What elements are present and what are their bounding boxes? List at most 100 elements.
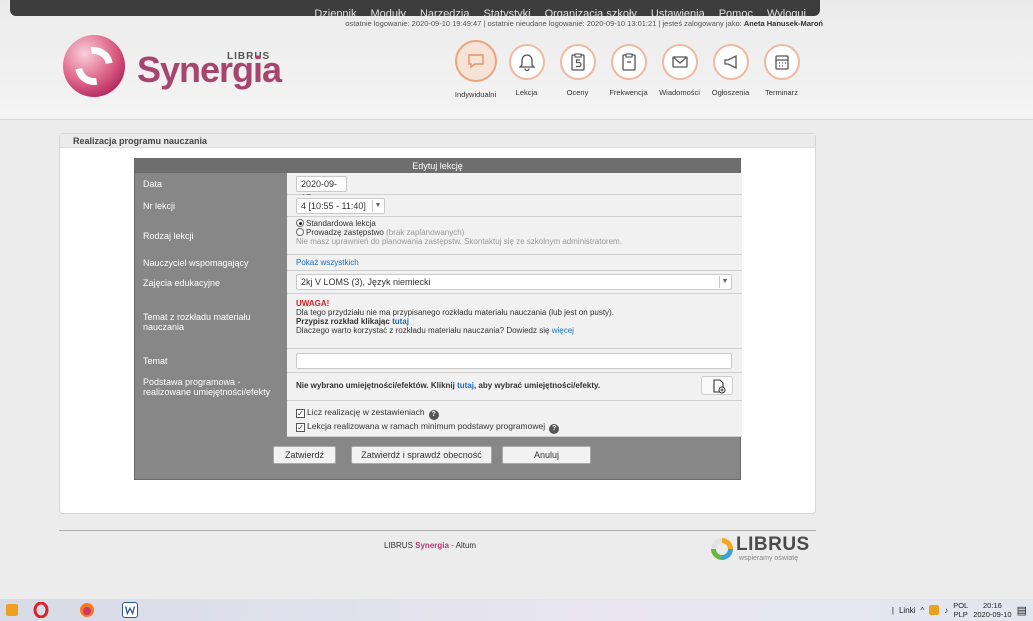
- megaphone-icon: [712, 44, 749, 80]
- nav-item-wyloguj[interactable]: Wyloguj: [767, 8, 806, 16]
- label-temat: Temat: [143, 356, 168, 366]
- lesson-number-select[interactable]: 4 [10:55 - 11:40] ▼: [296, 198, 385, 214]
- librus-logo-icon: [711, 538, 733, 560]
- warning-line-3: Dlaczego warto korzystać z rozkładu mate…: [296, 326, 574, 335]
- logged-as-label: jesteś zalogowany jako:: [662, 19, 742, 28]
- last-login: ostatnie logowanie: 2020-09-10 19:49:47: [345, 19, 482, 28]
- quick-indywidualni[interactable]: Indywidualni: [450, 40, 501, 99]
- volume-icon[interactable]: ♪: [944, 606, 948, 615]
- nav-item-organizacja[interactable]: Organizacja szkoły: [545, 8, 637, 16]
- more-info-link[interactable]: więcej: [552, 326, 574, 335]
- checkbox-minimum-curriculum[interactable]: ✓ Lekcja realizowana w ramach minimum pod…: [296, 420, 742, 434]
- row-nauczyciel: Nauczyciel wspomagający Pokaż wszystkich: [135, 255, 742, 271]
- subject-select[interactable]: 2kj V LOMS (3), Język niemiecki ▼: [296, 274, 732, 290]
- warning-line-2: Przypisz rozkład klikając tutaj: [296, 317, 409, 326]
- row-data: Data 2020-09-07: [135, 173, 742, 203]
- radio-unchecked-icon: [296, 228, 304, 236]
- user-name: Aneta Hanusek-Maroń: [743, 19, 823, 28]
- topic-input[interactable]: [296, 353, 732, 369]
- assign-plan-link[interactable]: tutaj: [392, 317, 409, 326]
- quick-oceny[interactable]: Oceny: [552, 44, 603, 99]
- attendance-clipboard-icon: [610, 44, 647, 80]
- label-nauczyciel: Nauczyciel wspomagający: [143, 258, 249, 268]
- nav-item-pomoc[interactable]: Pomoc: [719, 8, 753, 16]
- nav-item-ustawienia[interactable]: Ustawienia: [651, 8, 705, 16]
- header: Dziennik Moduły Narzędzia Statystyki Org…: [0, 0, 1033, 120]
- date-input[interactable]: 2020-09-07: [296, 176, 347, 203]
- separator: |: [483, 19, 486, 28]
- quick-terminarz[interactable]: Terminarz: [756, 44, 807, 99]
- footer-divider: [59, 530, 816, 531]
- label-nr-lekcji: Nr lekcji: [143, 201, 176, 211]
- cancel-button[interactable]: Anuluj: [502, 446, 591, 464]
- nav-item-narzedzia[interactable]: Narzędzia: [420, 8, 470, 16]
- form-title: Edytuj lekcję: [135, 159, 740, 173]
- quick-wiadomosci[interactable]: Wiadomości: [654, 44, 705, 99]
- panel-title: Realizacja programu nauczania: [60, 134, 815, 148]
- warning-label: UWAGA!: [296, 299, 330, 308]
- label-rodzaj-lekcji: Rodzaj lekcji: [143, 231, 194, 241]
- submit-button[interactable]: Zatwierdź: [273, 446, 336, 464]
- bell-icon: [508, 44, 545, 80]
- nav-item-dziennik[interactable]: Dziennik: [314, 8, 356, 16]
- footer-text: LIBRUS Synergia - Altum: [384, 541, 477, 550]
- grade-clipboard-icon: [559, 44, 596, 80]
- tray-divider: |: [891, 605, 894, 615]
- separator: |: [658, 19, 661, 28]
- help-icon[interactable]: ?: [428, 410, 439, 420]
- add-document-icon: [713, 379, 726, 394]
- checkbox-checked-icon: ✓: [296, 409, 305, 418]
- label-zajecia: Zajęcia edukacyjne: [143, 277, 221, 288]
- firefox-icon[interactable]: [79, 602, 95, 618]
- skills-info: Nie wybrano umiejętności/efektów. Klikni…: [296, 381, 601, 390]
- main-panel: Realizacja programu nauczania Edytuj lek…: [59, 133, 816, 514]
- calendar-icon: [763, 44, 800, 80]
- row-temat: Temat: [135, 349, 742, 373]
- quick-ogloszenia[interactable]: Ogłoszenia: [705, 44, 756, 99]
- quick-icons-bar: Indywidualni Lekcja Oceny Frekwencja Wia…: [450, 40, 807, 99]
- chevron-up-icon[interactable]: ^: [920, 606, 924, 615]
- substitute-info: Nie masz uprawnień do planowania zastęps…: [296, 237, 622, 246]
- quick-frekwencja[interactable]: Frekwencja: [603, 44, 654, 99]
- row-temat-rozkladu: Temat z rozkładu materiału nauczania UWA…: [135, 294, 742, 349]
- radio-standard[interactable]: Standardowa lekcja: [296, 219, 742, 228]
- logo-name: Synergia: [137, 49, 282, 90]
- row-nr-lekcji: Nr lekcji 4 [10:55 - 11:40] ▼: [135, 195, 742, 217]
- synergia-logo[interactable]: LIBRUS Synergia: [63, 35, 293, 105]
- help-icon[interactable]: ?: [549, 424, 560, 434]
- top-navigation: Dziennik Moduły Narzędzia Statystyki Org…: [10, 0, 820, 16]
- chevron-down-icon: ▼: [719, 276, 730, 288]
- choose-skills-link[interactable]: tutaj: [457, 381, 474, 390]
- radio-substitute[interactable]: Prowadzę zastępstwo (brak zaplanowanych): [296, 228, 742, 237]
- radio-checked-icon: [296, 219, 304, 227]
- submit-check-attendance-button[interactable]: Zatwierdź i sprawdź obecność: [351, 446, 492, 464]
- librus-logo[interactable]: LIBRUS wspieramy oświatę: [711, 534, 821, 566]
- clock[interactable]: 20:16 2020-09-10: [973, 601, 1011, 619]
- word-icon[interactable]: [122, 602, 138, 618]
- add-skills-button[interactable]: [701, 376, 733, 395]
- row-rodzaj-lekcji: Rodzaj lekcji Standardowa lekcja Prowadz…: [135, 217, 742, 255]
- system-tray: | Linki ^ ♪ POL PLP 20:16 2020-09-10 ▤: [892, 601, 1027, 619]
- links-toolbar[interactable]: Linki: [899, 606, 915, 615]
- warning-line-1: Dla tego przydziału nie ma przypisanego …: [296, 308, 614, 317]
- chat-bubble-icon: [454, 40, 497, 82]
- logo-swirl-icon: [63, 35, 125, 97]
- language-indicator[interactable]: POL PLP: [953, 601, 968, 619]
- show-all-link[interactable]: Pokaż wszystkich: [296, 258, 359, 267]
- app-icon[interactable]: [6, 604, 18, 616]
- opera-icon[interactable]: [33, 601, 49, 619]
- label-temat-rozkladu: Temat z rozkładu materiału nauczania: [143, 311, 251, 332]
- edit-lesson-form: Edytuj lekcję Data 2020-09-07 Nr lekcji …: [134, 158, 742, 480]
- checkbox-checked-icon: ✓: [296, 423, 305, 432]
- quick-lekcja[interactable]: Lekcja: [501, 44, 552, 99]
- checkbox-count-in-reports[interactable]: ✓ Licz realizację w zestawieniach?: [296, 406, 742, 420]
- notification-icon[interactable]: ▤: [1017, 604, 1027, 617]
- chevron-down-icon: ▼: [372, 200, 383, 212]
- tray-app-icon[interactable]: [929, 605, 940, 615]
- login-info: ostatnie logowanie: 2020-09-10 19:49:47 …: [345, 19, 823, 28]
- last-failed-login: ostatnie nieudane logowanie: 2020-09-10 …: [487, 19, 657, 28]
- envelope-icon: [661, 44, 698, 80]
- nav-item-moduly[interactable]: Moduły: [371, 8, 406, 16]
- nav-item-statystyki[interactable]: Statystyki: [484, 8, 531, 16]
- taskbar: | Linki ^ ♪ POL PLP 20:16 2020-09-10 ▤: [0, 599, 1033, 621]
